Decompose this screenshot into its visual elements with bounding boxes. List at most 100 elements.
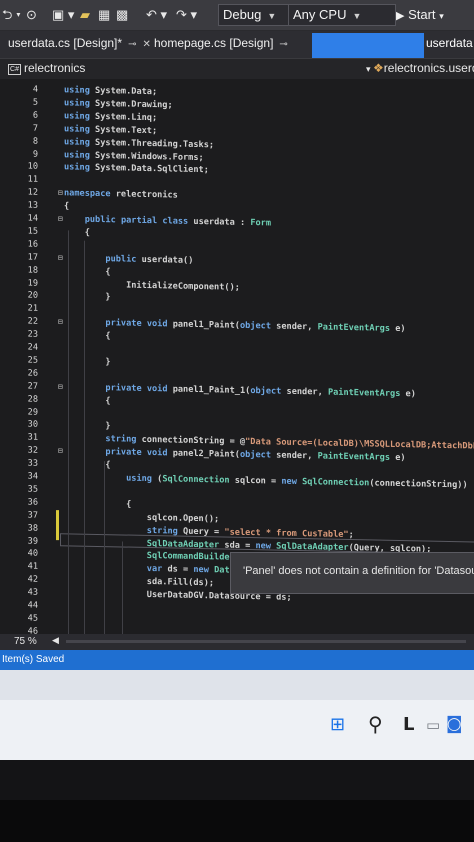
- line-number: 4: [32, 84, 38, 95]
- line-number: 6: [32, 110, 38, 121]
- code-text: }: [64, 420, 111, 432]
- line-number: 43: [27, 587, 38, 598]
- line-number: 13: [27, 200, 38, 211]
- line-number: 7: [32, 123, 38, 134]
- error-tooltip: 'Panel' does not contain a definition fo…: [230, 552, 474, 594]
- line-number: 19: [27, 278, 38, 289]
- chevron-down-icon: ▼: [267, 11, 277, 21]
- line-number: 35: [27, 484, 38, 495]
- project-dropdown[interactable]: C# relectronics: [8, 61, 85, 75]
- scroll-left-icon[interactable]: ◀: [52, 635, 59, 646]
- line-number: 18: [27, 265, 38, 276]
- code-text: private void panel1_Paint(object sender,…: [105, 318, 406, 335]
- line-number: 23: [27, 329, 38, 340]
- new-project-icon[interactable]: ▣ ▾: [52, 6, 74, 24]
- line-number: 27: [27, 381, 38, 392]
- line-number: 26: [27, 368, 38, 379]
- document-tabs: userdata.cs [Design]* ⊸ ✕ homepage.cs [Des…: [0, 31, 474, 58]
- line-number: 39: [27, 536, 38, 547]
- line-number: 36: [27, 497, 38, 508]
- monitor-base: [0, 800, 474, 842]
- back-icon[interactable]: ⮌ ▾: [2, 6, 21, 24]
- chevron-down-icon: ▾: [366, 64, 374, 74]
- line-number: 32: [27, 445, 38, 456]
- chat-icon[interactable]: ◙: [446, 714, 463, 734]
- pin-icon[interactable]: ⊸: [279, 39, 287, 50]
- line-number: 33: [27, 458, 38, 469]
- toolbar: ⮌ ▾ ⊙ ▣ ▾ ▰ ▦ ▩ ↶ ▾ ↷ ▾ Debug ▼ Any CPU ▼ …: [0, 0, 474, 31]
- start-label: Start: [408, 7, 436, 22]
- redo-icon[interactable]: ↷ ▾: [176, 6, 197, 24]
- indent-guide: [68, 230, 69, 634]
- widgets-icon[interactable]: ▭: [426, 716, 440, 734]
- line-number: 14: [27, 213, 38, 224]
- line-number: 37: [27, 510, 38, 521]
- code-text: }: [64, 291, 111, 303]
- tab-homepage-design[interactable]: homepage.cs [Design] ⊸: [154, 36, 288, 50]
- chevron-down-icon: ▾: [439, 11, 444, 21]
- zoom-level[interactable]: 75 %: [14, 636, 37, 647]
- search-icon[interactable]: ⚲: [368, 712, 383, 736]
- member-name: relectronics.userda: [383, 61, 474, 75]
- member-dropdown[interactable]: ▾ ❖relectronics.userda: [366, 61, 474, 75]
- line-number: 10: [27, 161, 38, 173]
- line-number: 38: [27, 523, 38, 534]
- line-number: 12: [27, 187, 38, 198]
- play-icon: ▶: [396, 10, 405, 22]
- line-number: 20: [27, 290, 38, 302]
- code-text: public partial class userdata : Form: [84, 214, 272, 229]
- navigation-bar: C#relectronics ▾ ❖relectronics.userda: [0, 58, 474, 80]
- code-text: namespace relectronics: [64, 188, 178, 201]
- indent-guide: [122, 541, 123, 634]
- status-text: Item(s) Saved: [2, 654, 65, 665]
- line-number: 17: [27, 252, 38, 263]
- tab-label: userdata.cs [Design]*: [8, 36, 123, 50]
- chevron-down-icon: ▼: [352, 11, 362, 21]
- code-lines: 4 using System.Data; 5 using System.Drawing…: [0, 79, 474, 634]
- save-icon[interactable]: ▦: [98, 6, 110, 24]
- code-text: using (SqlConnection sqlcon = new SqlCon…: [126, 473, 468, 491]
- tab-userdata-code[interactable]: userdata: [426, 36, 473, 50]
- line-number: 16: [27, 239, 38, 250]
- platform-dropdown[interactable]: Any CPU ▼: [288, 4, 396, 26]
- code-text: using System.Linq;: [64, 111, 158, 123]
- save-all-icon[interactable]: ▩: [116, 6, 128, 24]
- code-editor[interactable]: 4 using System.Data; 5 using System.Drawing…: [0, 79, 474, 634]
- undo-icon[interactable]: ↶ ▾: [146, 6, 167, 24]
- line-number: 44: [27, 600, 38, 611]
- line-number: 42: [27, 574, 38, 585]
- class-icon: ❖: [373, 61, 384, 75]
- task-view-icon[interactable]: L: [403, 714, 414, 735]
- line-number: 46: [27, 626, 38, 634]
- start-button[interactable]: ▶ Start ▾: [396, 6, 444, 25]
- line-number: 45: [27, 613, 38, 624]
- line-number: 31: [27, 432, 38, 444]
- forward-icon[interactable]: ⊙: [26, 6, 37, 24]
- windows-taskbar: ⊞ ⚲ L ▭ ◙: [0, 700, 474, 760]
- horizontal-scrollbar[interactable]: [66, 640, 466, 643]
- line-number: 41: [27, 561, 38, 573]
- code-text: {: [64, 394, 111, 406]
- project-name: relectronics: [24, 61, 86, 75]
- editor-zoom-bar: 75 % ◀: [0, 634, 474, 650]
- open-folder-icon[interactable]: ▰: [80, 6, 90, 24]
- line-number: 8: [32, 136, 38, 147]
- tab-active-preview[interactable]: [312, 33, 424, 58]
- close-icon[interactable]: ✕: [142, 39, 150, 50]
- line-number: 22: [27, 316, 38, 327]
- windows-start-icon[interactable]: ⊞: [330, 714, 345, 735]
- code-text: {: [64, 265, 111, 277]
- tab-userdata-design[interactable]: userdata.cs [Design]* ⊸ ✕: [8, 36, 151, 50]
- line-number: 28: [27, 394, 38, 405]
- code-text: using System.Text;: [64, 123, 158, 136]
- tab-label: homepage.cs [Design]: [154, 36, 274, 50]
- status-bar: Item(s) Saved: [0, 650, 474, 670]
- pin-icon[interactable]: ⊸: [128, 39, 136, 50]
- configuration-dropdown[interactable]: Debug ▼: [218, 4, 290, 26]
- platform-value: Any CPU: [293, 7, 347, 22]
- line-number: 25: [27, 355, 38, 366]
- line-number: 24: [27, 342, 38, 353]
- line-number: 15: [27, 226, 38, 237]
- code-text: private void panel1_Paint_1(object sende…: [105, 382, 416, 400]
- line-number: 40: [27, 548, 38, 560]
